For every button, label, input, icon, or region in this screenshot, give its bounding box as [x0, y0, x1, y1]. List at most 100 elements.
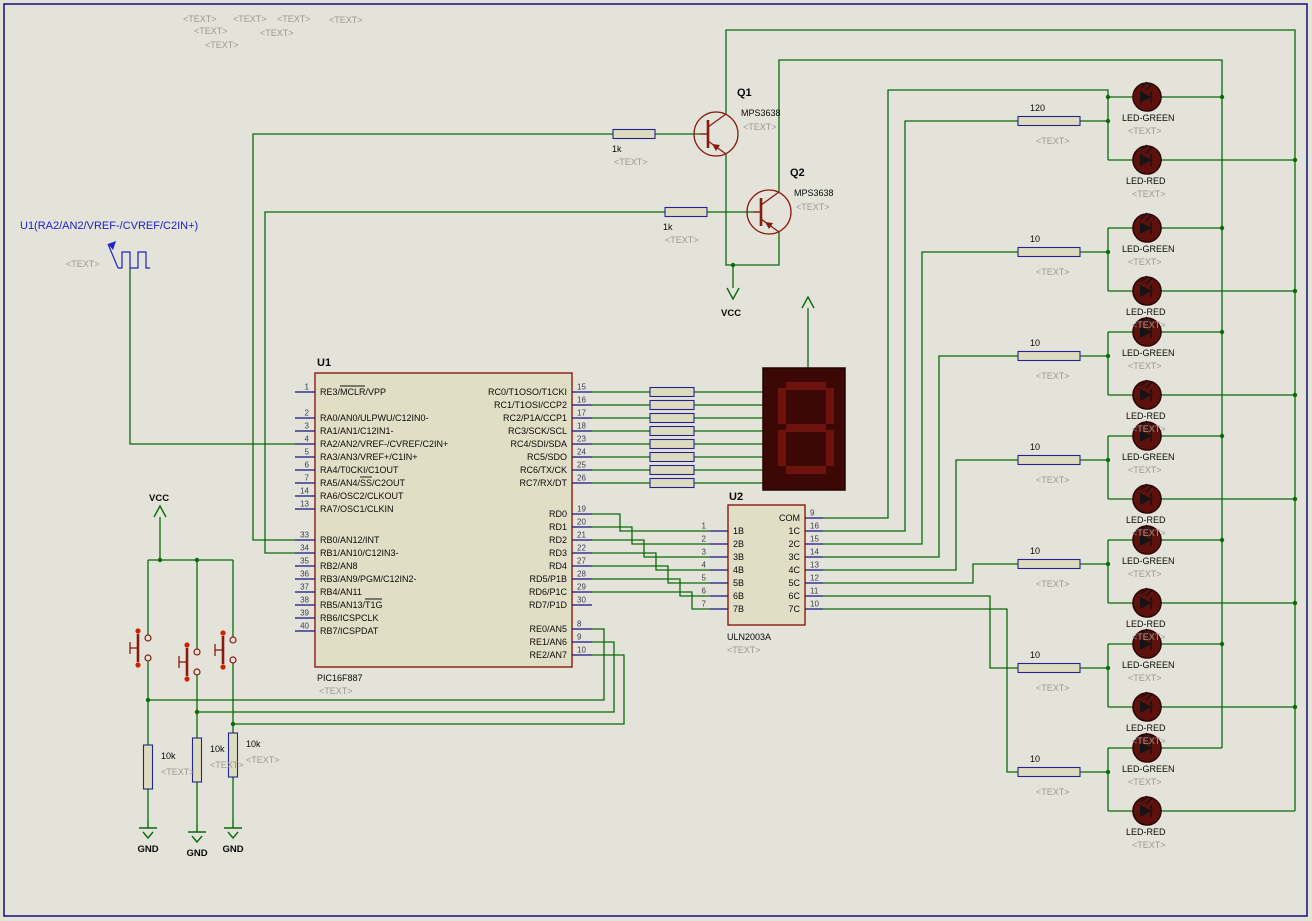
pulse-generator[interactable] — [107, 241, 150, 269]
led-red[interactable] — [1132, 379, 1162, 410]
led-green-label: LED-GREEN — [1122, 764, 1175, 774]
segment-series-resistor[interactable] — [649, 451, 695, 463]
led-series-resistor[interactable] — [1017, 115, 1081, 127]
u1-pin-number: 14 — [300, 487, 309, 496]
resistor-placeholder: <TEXT> — [1036, 371, 1070, 381]
led-red[interactable] — [1132, 587, 1162, 618]
led-series-resistor[interactable] — [1017, 766, 1081, 778]
transistor-q1[interactable] — [693, 111, 739, 157]
led-red[interactable] — [1132, 144, 1162, 175]
resistor-value: 10k — [210, 744, 225, 754]
u2-pin-name: 3C — [788, 552, 800, 562]
u1-pin-number: 28 — [577, 570, 586, 579]
junction-dot — [1105, 561, 1111, 567]
led-series-resistor[interactable] — [1017, 662, 1081, 674]
u1-pin-name: RD4 — [549, 561, 567, 571]
led-series-resistor[interactable] — [1017, 246, 1081, 258]
u2-pin-number: 11 — [810, 587, 819, 596]
pulldown-resistor[interactable] — [142, 744, 154, 790]
segment-series-resistor[interactable] — [649, 412, 695, 424]
segment-series-resistor[interactable] — [649, 464, 695, 476]
u2-pin-number: 6 — [702, 587, 707, 596]
button-contact — [193, 648, 201, 656]
u2-pin-number: 1 — [702, 522, 707, 531]
u1-pin-number: 15 — [577, 383, 586, 392]
junction-dot — [1292, 392, 1298, 398]
u1-pin-number: 26 — [577, 474, 586, 483]
schematic-sheet: U1(RA2/AN2/VREF-/CVREF/C2IN+) <TEXT> Q1 … — [0, 0, 1312, 921]
led-series-resistor[interactable] — [1017, 350, 1081, 362]
q2-base-resistor-value: 1k — [663, 222, 673, 232]
segment-c — [826, 430, 834, 466]
ground-terminal-icon[interactable] — [188, 824, 206, 844]
led-placeholder: <TEXT> — [1132, 320, 1166, 330]
led-red[interactable] — [1132, 691, 1162, 722]
u1-pin-number: 10 — [577, 646, 586, 655]
u1-pin-number: 7 — [305, 474, 310, 483]
led-green[interactable] — [1132, 81, 1162, 112]
led-red[interactable] — [1132, 795, 1162, 826]
pulse-waveform-icon — [118, 251, 150, 269]
u2-pin-number: 14 — [810, 548, 819, 557]
q1-placeholder: <TEXT> — [743, 122, 777, 132]
segment-series-resistor[interactable] — [649, 438, 695, 450]
led-placeholder: <TEXT> — [1132, 840, 1166, 850]
transistor-collector — [760, 191, 780, 206]
vcc-terminal-up-icon[interactable] — [153, 504, 167, 518]
segment-series-resistor[interactable] — [649, 386, 695, 398]
transistor-q2[interactable] — [746, 189, 792, 235]
junction-dot — [1105, 249, 1111, 255]
led-series-resistor[interactable] — [1017, 558, 1081, 570]
led-red[interactable] — [1132, 483, 1162, 514]
vcc-terminal-down-icon[interactable] — [726, 287, 740, 301]
led-placeholder: <TEXT> — [1132, 736, 1166, 746]
resistor-value: 10k — [161, 751, 176, 761]
led-series-resistor[interactable] — [1017, 454, 1081, 466]
junction-dot — [145, 697, 151, 703]
led-red-label: LED-RED — [1126, 827, 1166, 837]
u1-pin-name: RA1/AN1/C12IN1- — [320, 426, 394, 436]
ground-terminal-icon[interactable] — [224, 820, 242, 840]
u2-pin-name: 7B — [733, 604, 744, 614]
u2-pin-name: 1C — [788, 526, 800, 536]
seven-segment-display[interactable] — [762, 367, 846, 491]
led-placeholder: <TEXT> — [1132, 528, 1166, 538]
resistor-value: 10k — [246, 739, 261, 749]
junction-dot — [1105, 118, 1111, 124]
q2-base-resistor[interactable] — [664, 206, 708, 218]
led-red-label: LED-RED — [1126, 307, 1166, 317]
ground-terminal-icon[interactable] — [139, 820, 157, 840]
junction-dot — [730, 262, 736, 268]
u1-pin-name: RC7/RX/DT — [519, 478, 567, 488]
u1-pin-name: RE3/MCLR/VPP — [320, 387, 386, 397]
led-red-label: LED-RED — [1126, 411, 1166, 421]
segment-g — [786, 424, 826, 432]
led-green[interactable] — [1132, 212, 1162, 243]
u1-pin-number: 22 — [577, 544, 586, 553]
led-placeholder: <TEXT> — [1132, 189, 1166, 199]
u2-pin-number: 9 — [810, 509, 815, 518]
u1-pin-name: RA4/T0CKI/C1OUT — [320, 465, 399, 475]
u1-pin-name: RA6/OSC2/CLKOUT — [320, 491, 404, 501]
pin-marker-dot — [135, 662, 141, 668]
q1-base-resistor[interactable] — [612, 128, 656, 140]
led-green-label: LED-GREEN — [1122, 452, 1175, 462]
u2-pin-number: 13 — [810, 561, 819, 570]
u2-pin-name: 5B — [733, 578, 744, 588]
vcc-terminal-up-icon[interactable] — [801, 295, 815, 309]
annotation-placeholder: <TEXT> — [260, 28, 294, 38]
segment-series-resistor[interactable] — [649, 477, 695, 489]
led-placeholder: <TEXT> — [1128, 777, 1162, 787]
led-green-label: LED-GREEN — [1122, 348, 1175, 358]
pulldown-resistor[interactable] — [227, 732, 239, 778]
led-red[interactable] — [1132, 275, 1162, 306]
segment-series-resistor[interactable] — [649, 399, 695, 411]
u1-pin-name: RE2/AN7 — [529, 650, 567, 660]
u1-pin-name: RC2/P1A/CCP1 — [503, 413, 567, 423]
led-placeholder: <TEXT> — [1132, 424, 1166, 434]
resistor-value: 10 — [1030, 546, 1040, 556]
segment-series-resistor[interactable] — [649, 425, 695, 437]
led-placeholder: <TEXT> — [1128, 569, 1162, 579]
junction-dot — [1292, 157, 1298, 163]
u1-pin-number: 36 — [300, 570, 309, 579]
